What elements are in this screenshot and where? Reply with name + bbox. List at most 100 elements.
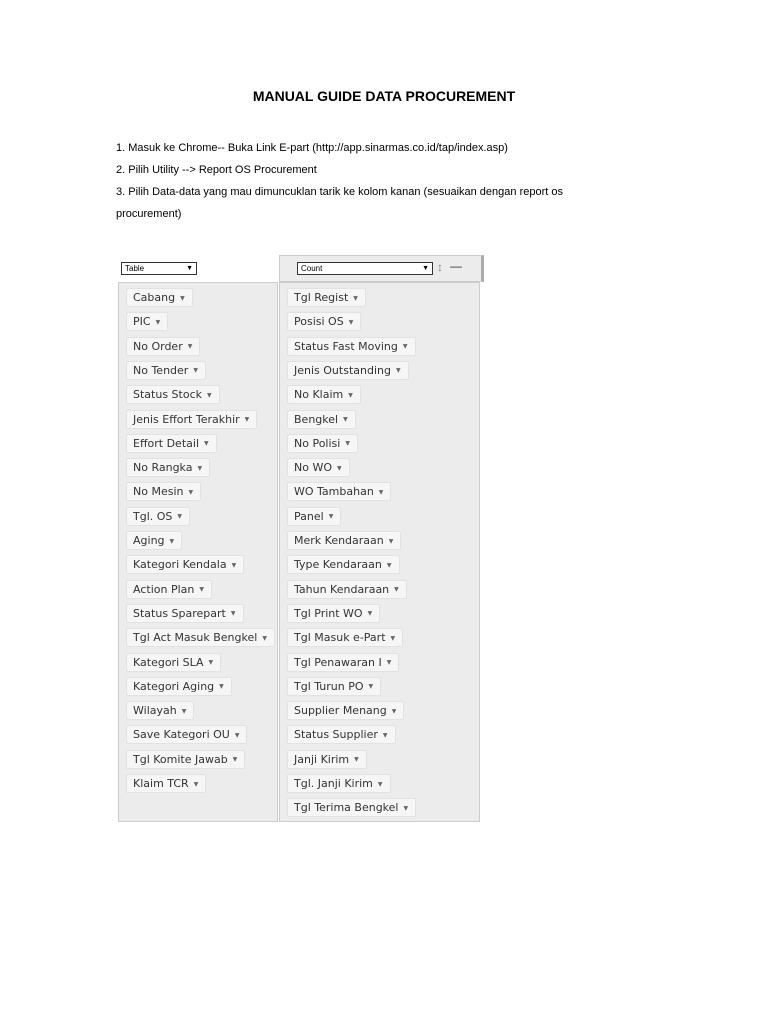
field-chip[interactable]: Effort Detail ▼ xyxy=(126,433,217,453)
dropdown-arrow-icon[interactable]: ▼ xyxy=(396,367,401,374)
field-chip[interactable]: Tgl Masuk e-Part ▼ xyxy=(287,628,404,648)
field-chip[interactable]: Cabang ▼ xyxy=(126,288,193,307)
dropdown-arrow-icon[interactable]: ▼ xyxy=(235,732,240,739)
field-chip[interactable]: No Order ▼ xyxy=(126,336,201,356)
dropdown-arrow-icon[interactable]: ▼ xyxy=(349,319,354,326)
field-chip[interactable]: Status Sparepart ▼ xyxy=(126,603,244,623)
dropdown-arrow-icon[interactable]: ▼ xyxy=(231,610,236,617)
field-label: Tgl Act Masuk Bengkel xyxy=(133,631,258,645)
dropdown-arrow-icon[interactable]: ▼ xyxy=(329,513,334,520)
field-chip[interactable]: Tgl. OS ▼ xyxy=(126,506,191,526)
field-chip[interactable]: No Mesin ▼ xyxy=(126,482,202,502)
field-chip[interactable]: Panel ▼ xyxy=(287,506,342,526)
dropdown-arrow-icon[interactable]: ▼ xyxy=(232,562,237,569)
collapse-icon[interactable]: — xyxy=(450,259,462,273)
field-chip[interactable]: Tgl Komite Jawab ▼ xyxy=(126,749,246,769)
field-chip[interactable]: Jenis Effort Terakhir ▼ xyxy=(126,409,258,429)
dropdown-arrow-icon[interactable]: ▼ xyxy=(262,635,267,642)
dropdown-arrow-icon[interactable]: ▼ xyxy=(337,465,342,472)
dropdown-arrow-icon[interactable]: ▼ xyxy=(207,392,212,399)
dropdown-arrow-icon[interactable]: ▼ xyxy=(180,295,185,302)
field-chip[interactable]: Kategori Kendala ▼ xyxy=(126,555,245,575)
dropdown-arrow-icon[interactable]: ▼ xyxy=(345,440,350,447)
dropdown-arrow-icon[interactable]: ▼ xyxy=(387,562,392,569)
dropdown-arrow-icon[interactable]: ▼ xyxy=(245,416,250,423)
dropdown-arrow-icon[interactable]: ▼ xyxy=(391,635,396,642)
field-chip[interactable]: Tgl Print WO ▼ xyxy=(287,603,381,623)
dropdown-arrow-icon[interactable]: ▼ xyxy=(353,295,358,302)
dropdown-arrow-icon[interactable]: ▼ xyxy=(383,732,388,739)
dropdown-arrow-icon[interactable]: ▼ xyxy=(188,343,193,350)
field-chip[interactable]: No Klaim ▼ xyxy=(287,385,361,405)
dropdown-arrow-icon[interactable]: ▼ xyxy=(204,440,209,447)
field-chip[interactable]: Tgl Penawaran I ▼ xyxy=(287,652,400,672)
dropdown-arrow-icon[interactable]: ▼ xyxy=(199,586,204,593)
dropdown-arrow-icon[interactable]: ▼ xyxy=(368,610,373,617)
dropdown-arrow-icon[interactable]: ▼ xyxy=(378,781,383,788)
field-chip[interactable]: Tgl Terima Bengkel ▼ xyxy=(287,798,417,818)
dropdown-arrow-icon[interactable]: ▼ xyxy=(389,538,394,545)
dropdown-arrow-icon[interactable]: ▼ xyxy=(233,756,238,763)
field-chip[interactable]: WO Tambahan ▼ xyxy=(287,482,392,502)
field-chip[interactable]: Tgl Regist ▼ xyxy=(287,288,366,307)
dropdown-arrow-icon[interactable]: ▼ xyxy=(209,659,214,666)
field-chip[interactable]: Wilayah ▼ xyxy=(126,701,195,721)
dropdown-arrow-icon[interactable]: ▼ xyxy=(369,683,374,690)
field-label: Tahun Kendaraan xyxy=(294,582,390,596)
step-3: 3. Pilih Data-data yang mau dimuncuklan … xyxy=(116,186,563,220)
dropdown-arrow-icon[interactable]: ▼ xyxy=(188,489,193,496)
field-chip[interactable]: PIC ▼ xyxy=(126,312,169,332)
field-chip[interactable]: Kategori Aging ▼ xyxy=(126,676,232,696)
dropdown-arrow-icon[interactable]: ▼ xyxy=(354,756,359,763)
field-chip[interactable]: No Rangka ▼ xyxy=(126,458,211,478)
field-chip[interactable]: No Polisi ▼ xyxy=(287,433,358,453)
field-label: Tgl Komite Jawab xyxy=(133,752,228,766)
field-chip[interactable]: Bengkel ▼ xyxy=(287,409,356,429)
field-chip[interactable]: Tgl Turun PO ▼ xyxy=(287,676,382,696)
field-chip[interactable]: Posisi OS ▼ xyxy=(287,312,362,332)
field-chip[interactable]: Status Fast Moving ▼ xyxy=(287,336,416,356)
step-1: 1. Masuk ke Chrome-- Buka Link E-part (h… xyxy=(116,142,508,154)
count-select[interactable]: Count ▼ xyxy=(297,262,433,275)
field-chip[interactable]: Aging ▼ xyxy=(126,531,183,550)
dropdown-arrow-icon[interactable]: ▼ xyxy=(403,343,408,350)
dropdown-arrow-icon[interactable]: ▼ xyxy=(343,416,348,423)
dropdown-arrow-icon[interactable]: ▼ xyxy=(219,683,224,690)
field-chip[interactable]: Type Kendaraan ▼ xyxy=(287,555,400,575)
field-chip[interactable]: Jenis Outstanding ▼ xyxy=(287,360,409,380)
dropdown-arrow-icon[interactable]: ▼ xyxy=(379,489,384,496)
dropdown-arrow-icon[interactable]: ▼ xyxy=(392,708,397,715)
field-chip[interactable]: Tgl. Janji Kirim ▼ xyxy=(287,774,391,793)
field-chip[interactable]: Tgl Act Masuk Bengkel ▼ xyxy=(126,628,275,648)
field-label: Tgl. OS xyxy=(133,509,173,523)
field-chip[interactable]: Supplier Menang ▼ xyxy=(287,701,405,721)
dropdown-arrow-icon[interactable]: ▼ xyxy=(194,781,199,788)
field-chip[interactable]: Kategori SLA ▼ xyxy=(126,652,222,672)
field-chip[interactable]: Save Kategori OU ▼ xyxy=(126,725,248,745)
dropdown-arrow-icon[interactable]: ▼ xyxy=(177,513,182,520)
dropdown-arrow-icon[interactable]: ▼ xyxy=(156,319,161,326)
field-label: Tgl Regist xyxy=(294,291,349,304)
dropdown-arrow-icon[interactable]: ▼ xyxy=(170,538,175,545)
field-chip[interactable]: No Tender ▼ xyxy=(126,360,206,380)
field-chip[interactable]: Status Stock ▼ xyxy=(126,385,220,405)
dropdown-arrow-icon[interactable]: ▼ xyxy=(193,367,198,374)
field-chip[interactable]: Merk Kendaraan ▼ xyxy=(287,531,402,550)
field-label: Type Kendaraan xyxy=(294,558,382,572)
dropdown-arrow-icon[interactable]: ▼ xyxy=(348,392,353,399)
field-label: No Polisi xyxy=(294,436,341,450)
dropdown-arrow-icon[interactable]: ▼ xyxy=(182,708,187,715)
field-label: Status Fast Moving xyxy=(294,339,398,353)
field-chip[interactable]: Action Plan ▼ xyxy=(126,579,212,599)
dropdown-arrow-icon[interactable]: ▼ xyxy=(197,465,202,472)
dropdown-arrow-icon[interactable]: ▼ xyxy=(403,805,408,812)
dropdown-arrow-icon[interactable]: ▼ xyxy=(387,659,392,666)
table-select[interactable]: Table ▼ xyxy=(121,262,197,275)
field-chip[interactable]: Klaim TCR ▼ xyxy=(126,774,207,793)
sort-vertical-icon[interactable]: ↕ xyxy=(437,260,443,274)
field-chip[interactable]: Tahun Kendaraan ▼ xyxy=(287,579,407,599)
field-chip[interactable]: Janji Kirim ▼ xyxy=(287,749,367,769)
field-chip[interactable]: No WO ▼ xyxy=(287,458,350,478)
dropdown-arrow-icon[interactable]: ▼ xyxy=(394,586,399,593)
field-chip[interactable]: Status Supplier ▼ xyxy=(287,725,396,745)
